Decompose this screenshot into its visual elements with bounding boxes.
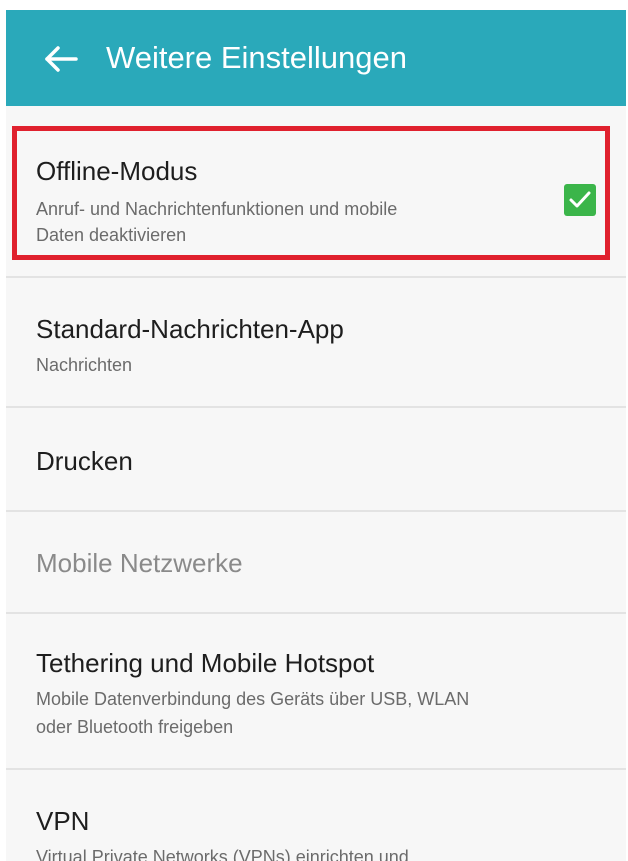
- tethering-subtitle-line1: Mobile Datenverbindung des Geräts über U…: [36, 689, 470, 709]
- offline-mode-checkbox[interactable]: [564, 184, 596, 216]
- offline-mode-subtitle-line1: Anruf- und Nachrichtenfunktionen und mob…: [36, 199, 398, 219]
- offline-mode-title: Offline-Modus: [36, 156, 198, 186]
- app-bar: Weitere Einstellungen: [6, 10, 626, 106]
- print-title: Drucken: [36, 446, 133, 476]
- tethering-subtitle-line2: oder Bluetooth freigeben: [36, 717, 234, 737]
- vpn-title: VPN: [36, 806, 90, 836]
- tethering-title: Tethering und Mobile Hotspot: [36, 648, 375, 678]
- default-messaging-subtitle: Nachrichten: [36, 355, 133, 375]
- default-messaging-title: Standard-Nachrichten-App: [36, 314, 344, 344]
- screen: Weitere Einstellungen Offline-Modus Anru…: [0, 0, 628, 861]
- settings-list: Offline-Modus Anruf- und Nachrichtenfunk…: [6, 106, 626, 861]
- vpn-subtitle: Virtual Private Networks (VPNs) einricht…: [36, 847, 409, 861]
- mobile-networks-title: Mobile Netzwerke: [36, 548, 243, 578]
- arrow-left-icon[interactable]: [44, 46, 78, 72]
- offline-mode-subtitle-line2: Daten deaktivieren: [36, 225, 187, 245]
- page-title: Weitere Einstellungen: [106, 40, 407, 75]
- checkmark-icon: [569, 191, 591, 208]
